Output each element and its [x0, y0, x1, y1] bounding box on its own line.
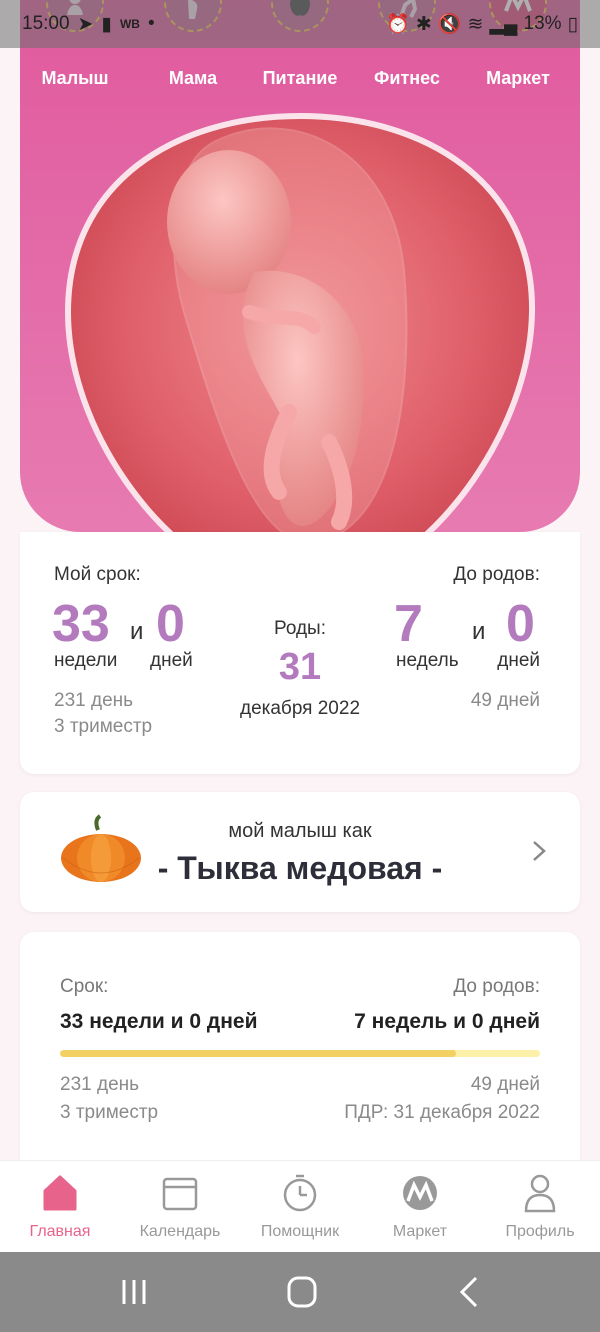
- nav-market[interactable]: Маркет: [360, 1161, 480, 1253]
- category-label: Фитнес: [374, 68, 440, 88]
- category-label: Маркет: [486, 68, 550, 88]
- dot-icon: •: [147, 13, 155, 34]
- progress-until-value: 7 недель и 0 дней: [354, 1010, 540, 1033]
- market-logo-icon: [403, 1176, 437, 1210]
- until-birth-label: До родов:: [453, 564, 540, 585]
- status-time: 15:00: [22, 13, 70, 34]
- until-days-unit: дней: [497, 650, 540, 671]
- calendar-icon: [162, 1177, 198, 1211]
- nav-label: Главная: [29, 1223, 91, 1240]
- progress-term-label: Срок:: [60, 976, 109, 997]
- nav-profile[interactable]: Профиль: [480, 1161, 600, 1253]
- alarm-icon: ⏰: [386, 14, 410, 35]
- category-label: Питание: [262, 68, 338, 88]
- progress-trimester: 3 триместр: [60, 1102, 159, 1123]
- until-days: 0: [506, 595, 535, 653]
- my-term-label: Мой срок:: [54, 564, 141, 585]
- telegram-icon: ➤: [77, 13, 94, 35]
- progress-bar: [60, 1050, 540, 1057]
- mute-icon: 🔇: [437, 14, 462, 35]
- chevron-right-icon[interactable]: [532, 840, 546, 862]
- bottom-nav: Главная Календарь Помощник Маркет Профил…: [0, 1160, 600, 1252]
- until-weeks: 7: [394, 595, 423, 653]
- profile-icon: [524, 1174, 556, 1213]
- progress-due-date: ПДР: 31 декабря 2022: [344, 1102, 540, 1123]
- wifi-icon: ≋: [467, 13, 484, 35]
- category-label: Малыш: [41, 68, 109, 88]
- until-weeks-unit: недель: [396, 650, 459, 671]
- nav-label: Профиль: [505, 1223, 575, 1240]
- nav-label: Маркет: [392, 1223, 448, 1240]
- back-icon[interactable]: [450, 1274, 490, 1310]
- nav-home[interactable]: Главная: [0, 1161, 120, 1253]
- nav-label: Помощник: [260, 1223, 340, 1240]
- baby-size-card[interactable]: мой малыш как - Тыква медовая -: [20, 792, 580, 912]
- progress-total-days: 231 день: [60, 1074, 140, 1095]
- battery-icon: ▯: [567, 13, 578, 35]
- term-card: Мой срок: 33 и 0 недели дней 231 день 3 …: [20, 532, 580, 774]
- progress-until-label: До родов:: [453, 976, 540, 997]
- baby-size-fruit: - Тыква медовая -: [157, 850, 443, 886]
- progress-bar-fill: [60, 1050, 456, 1057]
- embryo-image[interactable]: [64, 112, 536, 584]
- progress-card: Срок: До родов: 33 недели и 0 дней 7 нед…: [20, 932, 580, 1192]
- signal-icon: ▂▄: [489, 13, 518, 35]
- baby-size-caption: мой малыш как: [228, 820, 372, 842]
- until-and: и: [472, 618, 486, 645]
- birth-day: 31: [278, 646, 322, 688]
- home-button-icon[interactable]: [282, 1274, 322, 1310]
- system-nav-bar: [0, 1252, 600, 1332]
- category-label: Мама: [168, 68, 218, 88]
- status-bar: 15:00 ➤ ▮ WB • ⏰ ✱ 🔇 ≋ ▂▄ 13% ▯: [0, 0, 600, 48]
- progress-until-total-days: 49 дней: [470, 1074, 540, 1095]
- notification-icon: ▮: [101, 13, 112, 35]
- nav-assistant[interactable]: Помощник: [240, 1161, 360, 1253]
- nav-calendar[interactable]: Календарь: [120, 1161, 240, 1253]
- progress-term-value: 33 недели и 0 дней: [60, 1010, 258, 1033]
- timer-icon: [283, 1174, 317, 1212]
- home-icon: [43, 1175, 77, 1211]
- recent-apps-icon[interactable]: [114, 1274, 154, 1310]
- carrier-badge: WB: [119, 17, 140, 31]
- bluetooth-icon: ✱: [415, 13, 432, 35]
- battery-percent: 13%: [523, 13, 562, 34]
- nav-label: Календарь: [139, 1223, 221, 1240]
- birth-label: Роды:: [273, 618, 326, 639]
- until-total-days: 49 дней: [470, 690, 540, 711]
